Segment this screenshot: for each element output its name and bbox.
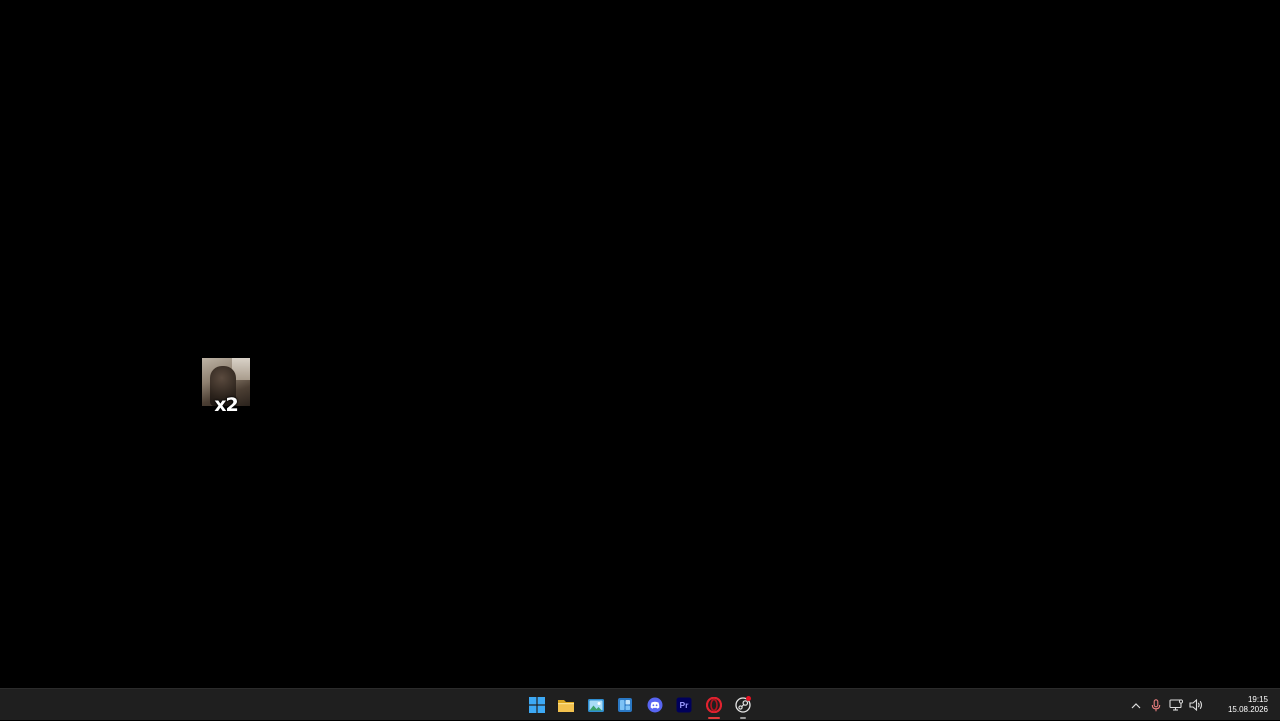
taskbar-photos[interactable] <box>581 690 611 720</box>
chevron-up-icon <box>1131 702 1141 708</box>
opera-icon <box>705 697 722 713</box>
notification-badge <box>746 696 751 701</box>
clock[interactable]: 19:15 15.08.2026 <box>1206 690 1280 720</box>
volume-button[interactable] <box>1186 690 1206 720</box>
clock-date: 15.08.2026 <box>1227 705 1268 714</box>
taskbar-file-explorer[interactable] <box>552 690 582 720</box>
overlay-thumbnail[interactable]: x2 <box>202 358 250 418</box>
network-icon <box>1169 699 1183 711</box>
premiere-pro-icon: Pr <box>676 697 692 713</box>
running-indicator <box>740 717 747 719</box>
start-button[interactable] <box>522 690 552 720</box>
discord-icon <box>647 697 663 713</box>
microphone-icon <box>1151 698 1161 711</box>
taskbar-apps: Pr <box>522 689 758 721</box>
taskbar-opera[interactable] <box>699 690 729 720</box>
taskbar-discord[interactable] <box>640 690 670 720</box>
svg-text:Pr: Pr <box>680 700 690 710</box>
taskbar-steam[interactable] <box>729 690 759 720</box>
taskbar-code-editor[interactable] <box>611 690 641 720</box>
windows-logo-icon <box>528 697 545 713</box>
desktop: x2 <box>0 0 1280 688</box>
photos-icon <box>587 698 604 712</box>
taskbar: Pr 19:15 15.08.2026 <box>0 688 1280 720</box>
clock-time: 19:15 <box>1247 695 1268 704</box>
code-editor-icon <box>618 698 633 712</box>
folder-icon <box>558 699 575 712</box>
volume-icon <box>1189 699 1203 711</box>
show-hidden-icons-button[interactable] <box>1126 690 1146 720</box>
running-indicator <box>707 717 720 719</box>
system-tray: 19:15 15.08.2026 <box>1126 689 1280 721</box>
overlay-multiplier-label: x2 <box>214 394 238 416</box>
microphone-button[interactable] <box>1146 690 1166 720</box>
taskbar-premiere-pro[interactable]: Pr <box>670 690 700 720</box>
network-button[interactable] <box>1166 690 1186 720</box>
